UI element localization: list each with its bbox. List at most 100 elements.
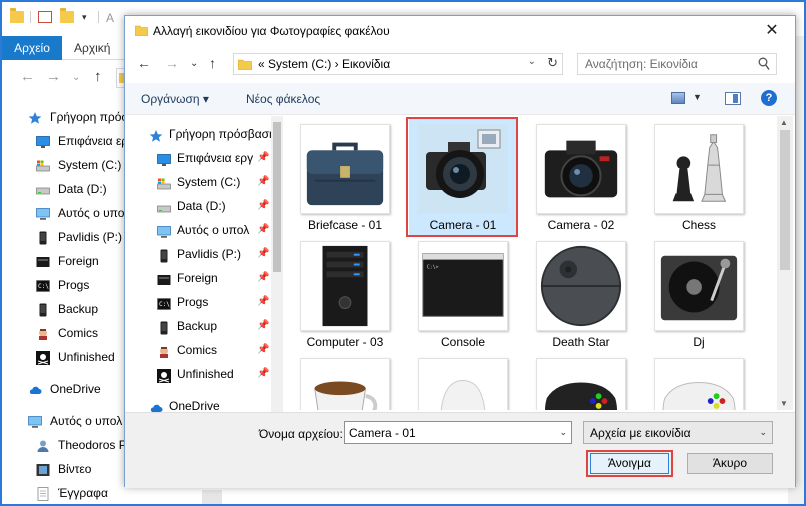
tab-home[interactable]: Αρχική (74, 36, 110, 60)
close-button[interactable]: ✕ (749, 16, 795, 46)
scroll-down-icon[interactable]: ▼ (780, 399, 788, 408)
nav-item[interactable]: System (C:) 📌 (125, 170, 271, 194)
bg-nav-item[interactable]: Foreign (2, 250, 126, 272)
tab-file[interactable]: Αρχείο (2, 36, 62, 60)
file-item[interactable]: Computer - 03 (291, 235, 399, 352)
file-label: Chess (681, 218, 716, 232)
refresh-icon[interactable]: ↻ (547, 55, 558, 71)
file-grid-scrollbar[interactable]: ▲ ▼ (777, 116, 793, 410)
death-star-thumbnail (536, 241, 626, 331)
recent-chevron-icon[interactable]: ⌄ (72, 72, 80, 83)
bg-nav-item[interactable]: Unfinished (2, 346, 126, 368)
search-input[interactable]: Αναζήτηση: Εικονίδια (577, 53, 777, 75)
nav-item-label: Backup (177, 319, 218, 333)
file-item[interactable] (645, 352, 753, 410)
nav-item[interactable]: OneDrive (125, 394, 271, 414)
file-item[interactable]: Dj (645, 235, 753, 352)
cloud-icon (28, 382, 42, 396)
file-item[interactable]: Chess (645, 118, 753, 235)
bg-nav-item[interactable]: Theodoros P (2, 434, 126, 456)
pin-icon[interactable]: 📌 (257, 290, 269, 314)
bg-nav-item[interactable]: Comics (2, 322, 126, 344)
bg-nav-item[interactable]: Επιφάνεια ερ (2, 130, 126, 152)
up-arrow-icon[interactable]: ↑ (94, 68, 102, 85)
bg-nav-item[interactable]: C:\ Progs (2, 274, 126, 296)
filetype-select[interactable]: Αρχεία με εικονίδια ⌄ (583, 421, 773, 444)
pin-icon[interactable]: 📌 (257, 362, 269, 386)
gamepad-white-thumbnail (654, 358, 744, 410)
view-options-chevron-icon[interactable]: ▼ (693, 92, 702, 102)
pin-icon[interactable]: 📌 (257, 146, 269, 170)
change-view-icon[interactable] (671, 92, 685, 104)
pin-icon[interactable]: 📌 (257, 242, 269, 266)
file-item[interactable]: Camera - 01 (406, 117, 518, 237)
nav-pane-scrollbar[interactable] (271, 116, 283, 414)
new-folder-icon[interactable] (60, 8, 74, 23)
open-button[interactable]: Άνοιγμα (590, 453, 669, 474)
file-item[interactable] (291, 352, 399, 410)
preview-pane-icon[interactable] (725, 92, 741, 105)
nav-item[interactable]: Backup 📌 (125, 314, 271, 338)
nav-pane-scroll-thumb[interactable] (273, 122, 281, 272)
file-item[interactable]: Briefcase - 01 (291, 118, 399, 235)
pin-icon[interactable]: 📌 (257, 170, 269, 194)
quick-access-dropdown-icon[interactable]: ▾ (82, 12, 92, 24)
nav-item[interactable]: Γρήγορη πρόσβαση (125, 122, 271, 146)
nav-item[interactable]: Pavlidis (P:) 📌 (125, 242, 271, 266)
bg-nav-item[interactable]: Data (D:) (2, 178, 126, 200)
back-arrow-icon[interactable]: ← (20, 68, 35, 85)
filename-dropdown-icon[interactable]: ⌄ (559, 427, 567, 438)
bg-nav-item[interactable]: System (C:) (2, 154, 126, 176)
new-folder-button[interactable]: Νέος φάκελος (246, 92, 320, 106)
help-icon[interactable]: ? (761, 90, 777, 106)
pin-icon[interactable]: 📌 (257, 194, 269, 218)
scroll-up-icon[interactable]: ▲ (780, 118, 788, 127)
nav-item[interactable]: Foreign 📌 (125, 266, 271, 290)
forward-arrow-icon[interactable]: → (165, 55, 179, 71)
forward-arrow-icon[interactable]: → (46, 68, 61, 85)
nav-item[interactable]: C:\ Progs 📌 (125, 290, 271, 314)
nav-item[interactable]: Αυτός ο υπολ 📌 (125, 218, 271, 242)
bg-nav-item[interactable]: Βίντεο (2, 458, 126, 480)
nav-item-label: Επιφάνεια εργ (177, 151, 254, 165)
bg-nav-item[interactable]: Pavlidis (P:) (2, 226, 126, 248)
filename-input[interactable]: Camera - 01 ⌄ (344, 421, 572, 444)
folder-dark-icon (36, 254, 50, 268)
bg-nav-item[interactable]: Γρήγορη πρόσ (2, 106, 126, 128)
nav-item[interactable]: Comics 📌 (125, 338, 271, 362)
file-item[interactable]: Camera - 02 (527, 118, 635, 235)
nav-item[interactable]: Data (D:) 📌 (125, 194, 271, 218)
back-arrow-icon[interactable]: ← (137, 55, 151, 71)
bg-nav-item[interactable]: Αυτός ο υπολ (2, 410, 126, 432)
file-label: Briefcase - 01 (307, 218, 383, 232)
bg-nav-item[interactable]: Αυτός ο υπολ (2, 202, 126, 224)
pin-icon[interactable]: 📌 (257, 218, 269, 242)
file-item[interactable]: Death Star (527, 235, 635, 352)
organize-button[interactable]: Οργάνωση ▾ (141, 92, 209, 106)
up-arrow-icon[interactable]: ↑ (209, 55, 216, 71)
properties-icon[interactable] (38, 11, 52, 23)
nav-item[interactable]: Επιφάνεια εργ 📌 (125, 146, 271, 170)
bg-nav-item-label: Έγγραφα (58, 486, 108, 500)
star-icon (28, 110, 42, 124)
bg-nav-item[interactable]: OneDrive (2, 378, 126, 400)
cancel-button[interactable]: Άκυρο (687, 453, 773, 474)
search-icon[interactable] (758, 57, 770, 71)
file-item[interactable] (527, 352, 635, 410)
pin-icon[interactable]: 📌 (257, 266, 269, 290)
address-dropdown-icon[interactable]: ⌄ (528, 56, 536, 67)
pin-icon[interactable]: 📌 (257, 314, 269, 338)
bg-nav-item[interactable]: Έγγραφα (2, 482, 126, 504)
documents-icon (36, 486, 50, 501)
address-bar[interactable]: « System (C:) › Εικονίδια ⌄ ↻ (233, 53, 563, 75)
pin-icon[interactable]: 📌 (257, 338, 269, 362)
video-icon (36, 462, 50, 476)
nav-item[interactable]: Unfinished 📌 (125, 362, 271, 386)
file-item[interactable]: C:\> Console (409, 235, 517, 352)
computer-tower-thumbnail (300, 241, 390, 331)
file-item[interactable] (409, 352, 517, 410)
bg-nav-item[interactable]: Backup (2, 298, 126, 320)
file-grid-scroll-thumb[interactable] (780, 130, 790, 270)
phone-icon (157, 247, 171, 263)
recent-chevron-icon[interactable]: ⌄ (190, 58, 198, 69)
